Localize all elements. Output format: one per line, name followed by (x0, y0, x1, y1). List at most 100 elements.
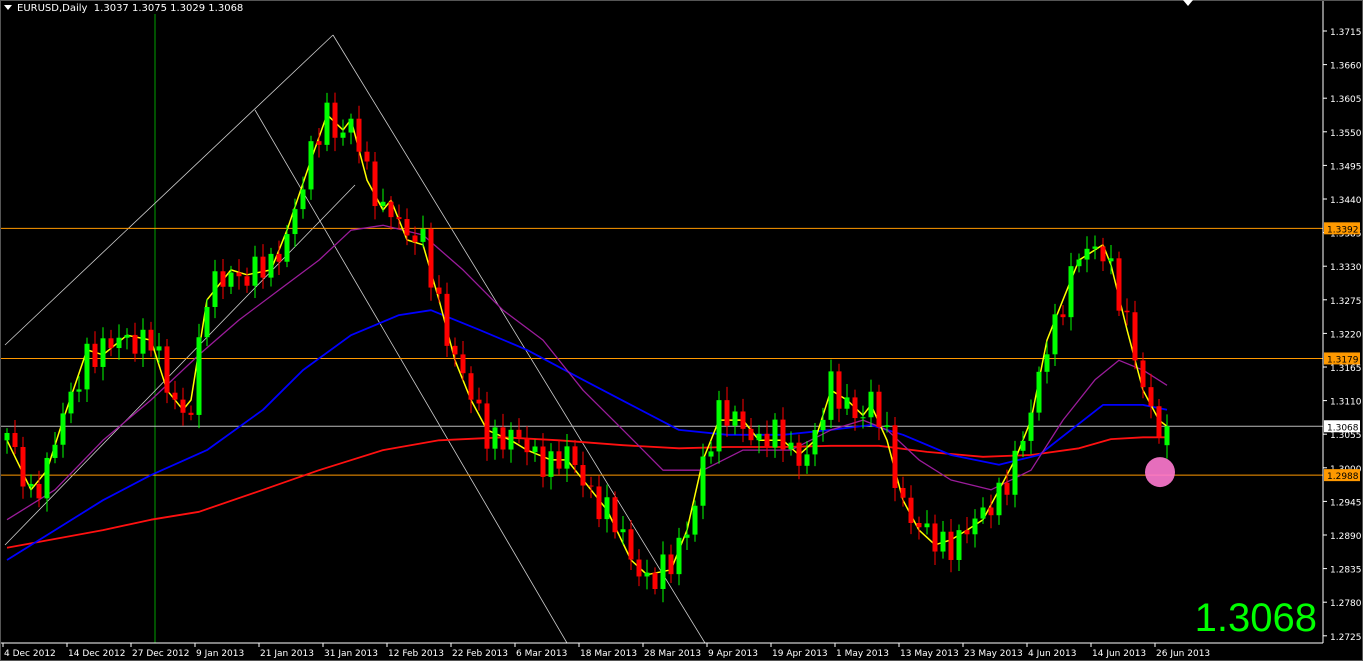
ma-blue-line (6, 309, 1168, 561)
candle-body (124, 334, 130, 338)
time-tick-label: 26 Jun 2013 (1156, 649, 1210, 659)
candle-body (1164, 426, 1170, 446)
candle (660, 541, 666, 603)
candle-body (836, 371, 842, 409)
candle-body (1100, 246, 1106, 262)
candle (1132, 300, 1138, 370)
candle (724, 386, 730, 437)
candle-body (676, 537, 682, 575)
time-tick-label: 27 Dec 2012 (132, 649, 190, 659)
candle (996, 477, 1002, 525)
candle-body (572, 446, 578, 466)
level-price-label: 1.3392 (1327, 225, 1359, 235)
price-chart[interactable]: 1.3715 1.3660 1.3605 1.3550 1.3495 1.3440 1.33… (0, 0, 1363, 661)
candle-body (964, 530, 970, 535)
candle-body (36, 483, 42, 499)
ohlc-values: 1.3037 1.3075 1.3029 1.3068 (93, 3, 244, 14)
time-tick-label: 31 Jan 2013 (324, 649, 378, 659)
candle (1052, 303, 1058, 366)
candle (436, 275, 442, 303)
candle-body (980, 507, 986, 519)
time-tick-label: 12 Feb 2013 (388, 649, 444, 659)
candle (340, 119, 346, 146)
candle (60, 402, 66, 458)
candle (1012, 440, 1018, 508)
candle-body (596, 486, 602, 520)
candle-body (844, 397, 850, 409)
candle (828, 359, 834, 428)
dropdown-triangle-icon[interactable] (4, 5, 12, 10)
candle (4, 428, 10, 454)
candle-body (484, 403, 490, 449)
candle (212, 259, 218, 319)
candle (1068, 252, 1074, 331)
candle (924, 510, 930, 535)
candle (1164, 414, 1170, 459)
candle (732, 405, 738, 435)
chart-shift-marker-icon[interactable] (1183, 0, 1193, 6)
candle (1060, 305, 1066, 326)
candle-body (164, 346, 170, 393)
candle-body (708, 451, 714, 457)
level-price-label: 1.3179 (1327, 355, 1359, 365)
candle-body (12, 432, 18, 447)
candle-body (660, 554, 666, 589)
candle-body (44, 457, 50, 499)
candle (236, 259, 242, 290)
candle-body (268, 253, 274, 278)
candle-body (284, 234, 290, 262)
candle (420, 215, 426, 248)
candle-body (956, 530, 962, 560)
candle-body (668, 554, 674, 575)
time-tick-label: 4 Jun 2013 (1028, 649, 1076, 659)
price-tick-label: 1.3110 (1330, 398, 1362, 408)
candle-body (340, 132, 346, 138)
candle-body (820, 419, 826, 431)
candle (748, 417, 754, 446)
candle-body (468, 373, 474, 400)
bid-price-label: 1.3068 (1327, 423, 1359, 433)
candle-body (916, 522, 922, 528)
candle-body (788, 442, 794, 450)
candle-body (148, 329, 154, 351)
price-tick-label: 1.3165 (1330, 364, 1362, 374)
candle-body (540, 446, 546, 477)
candle-body (68, 391, 74, 414)
candle-body (620, 529, 626, 533)
ma-red-line (6, 436, 1167, 549)
candle (1076, 253, 1082, 273)
candle-body (452, 345, 458, 355)
candle-body (516, 429, 522, 439)
candle-body (316, 141, 322, 145)
candle (132, 322, 138, 362)
candle (820, 407, 826, 442)
candle-body (524, 438, 530, 453)
price-tick-label: 1.3275 (1330, 297, 1362, 307)
candle (556, 440, 562, 475)
candle (92, 331, 98, 374)
candle-body (940, 531, 946, 552)
candle (44, 452, 50, 512)
candle-body (988, 507, 994, 516)
candle (868, 379, 874, 427)
candle-body (1124, 310, 1130, 313)
candle-body (700, 456, 706, 506)
candle-body (580, 465, 586, 486)
candle-body (548, 451, 554, 477)
price-tick-label: 1.3715 (1330, 28, 1362, 38)
candle (148, 321, 154, 357)
candle-body (1084, 248, 1090, 260)
time-tick-label: 9 Jan 2013 (196, 649, 244, 659)
candle (876, 384, 882, 441)
candle (932, 514, 938, 565)
price-tick-label: 1.2725 (1330, 633, 1362, 643)
candle (220, 259, 226, 299)
candle-body (212, 271, 218, 307)
candle-body (1076, 259, 1082, 267)
candle-body (564, 446, 570, 469)
candle-body (436, 287, 442, 294)
candle-body (1116, 258, 1122, 311)
candle-body (612, 497, 618, 533)
candle (108, 329, 114, 357)
candle (940, 520, 946, 559)
